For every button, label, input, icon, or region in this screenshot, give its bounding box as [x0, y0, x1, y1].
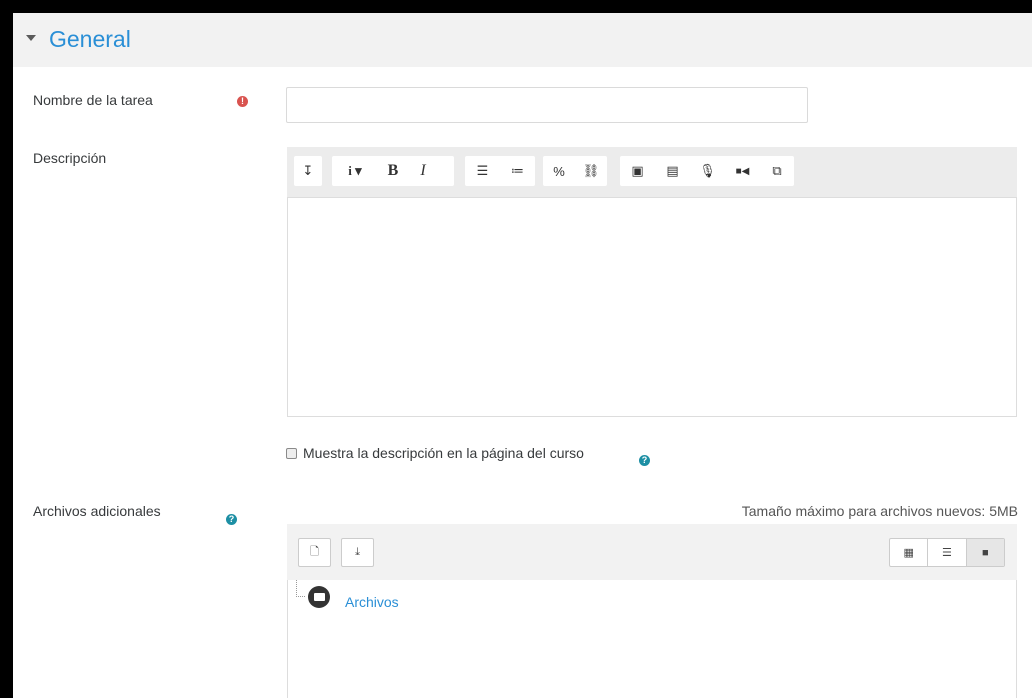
- folder-icon[interactable]: [308, 586, 330, 608]
- filepicker-content: Archivos: [287, 580, 1017, 698]
- task-name-input[interactable]: [286, 87, 808, 123]
- folder-link[interactable]: Archivos: [345, 594, 399, 610]
- image-icon[interactable]: ▣: [620, 156, 655, 186]
- media-icon[interactable]: ▤: [655, 156, 690, 186]
- ordered-list-icon[interactable]: ≔: [500, 156, 535, 186]
- bold-icon[interactable]: B: [378, 156, 408, 186]
- collapse-caret-icon[interactable]: [26, 35, 36, 41]
- download-icon[interactable]: ⤓: [341, 538, 374, 567]
- form-container: General Nombre de la tarea ! Descripción…: [13, 13, 1032, 698]
- show-description-label[interactable]: Muestra la descripción en la página del …: [303, 445, 584, 461]
- collapse-toolbar-icon[interactable]: ↧: [294, 156, 322, 186]
- editor-toolbar: ↧ i ▾ B I ☰ ≔ % ⛓ ▣ ▤ 🎙 ■◀ ⧉: [287, 147, 1017, 197]
- unordered-list-icon[interactable]: ☰: [465, 156, 500, 186]
- max-size-text: Tamaño máximo para archivos nuevos: 5MB: [741, 503, 1018, 519]
- task-name-label: Nombre de la tarea: [33, 92, 153, 108]
- link-icon[interactable]: %: [543, 156, 575, 186]
- italic-icon[interactable]: I: [408, 156, 438, 186]
- view-tree-icon[interactable]: ■: [966, 539, 1004, 566]
- toolbar-group-links: % ⛓: [543, 156, 607, 186]
- show-description-checkbox[interactable]: [286, 448, 297, 459]
- record-video-icon[interactable]: ■◀: [725, 156, 760, 186]
- description-editor[interactable]: [287, 197, 1017, 417]
- record-audio-icon[interactable]: 🎙: [690, 156, 725, 186]
- help-icon[interactable]: ?: [639, 455, 650, 466]
- required-icon: !: [237, 96, 248, 107]
- add-file-icon[interactable]: 🗋: [298, 538, 331, 567]
- additional-files-label: Archivos adicionales: [33, 503, 161, 519]
- unlink-icon[interactable]: ⛓: [575, 156, 607, 186]
- help-icon[interactable]: ?: [226, 514, 237, 525]
- section-title[interactable]: General: [49, 26, 131, 53]
- view-mode-group: ▦ ☰ ■: [889, 538, 1005, 567]
- toolbar-group-style: i ▾ B I: [332, 156, 454, 186]
- tree-connector: [296, 580, 305, 597]
- filepicker-toolbar: 🗋 ⤓ ▦ ☰ ■: [287, 524, 1017, 580]
- manage-files-icon[interactable]: ⧉: [760, 156, 794, 186]
- description-label: Descripción: [33, 150, 107, 166]
- paragraph-style-icon[interactable]: i ▾: [332, 156, 378, 186]
- view-list-icon[interactable]: ☰: [928, 539, 967, 566]
- toolbar-group-lists: ☰ ≔: [465, 156, 535, 186]
- toolbar-group-media: ▣ ▤ 🎙 ■◀ ⧉: [620, 156, 794, 186]
- view-icons-icon[interactable]: ▦: [890, 539, 929, 566]
- toolbar-group-collapse: ↧: [294, 156, 322, 186]
- section-header[interactable]: General: [13, 13, 1032, 67]
